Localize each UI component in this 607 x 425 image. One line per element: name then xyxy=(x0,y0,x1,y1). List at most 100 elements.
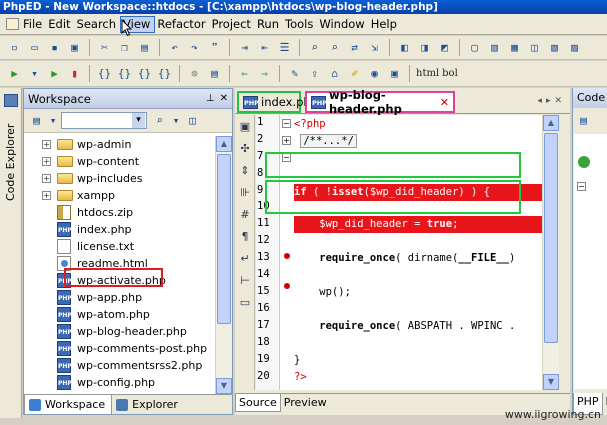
copy-icon[interactable]: ❐ xyxy=(116,39,133,56)
stop-icon[interactable]: ⊗ xyxy=(186,65,203,82)
side-preview-icon[interactable]: ▭ xyxy=(237,295,253,311)
menu-file[interactable]: File xyxy=(4,16,46,33)
tree-row[interactable]: PHP wp-commentsrss2.php xyxy=(24,357,214,374)
step-over-icon[interactable]: {} xyxy=(116,65,133,82)
scroll-thumb[interactable] xyxy=(217,154,231,324)
profile-icon[interactable]: ▮ xyxy=(66,65,83,82)
html-button[interactable]: html xyxy=(416,68,439,79)
side-indent-icon[interactable]: ⊪ xyxy=(237,185,253,201)
breakpoint-list-icon[interactable]: ▤ xyxy=(206,65,223,82)
forward-icon[interactable]: ⇒ xyxy=(256,65,273,82)
comment-icon[interactable]: ❞ xyxy=(206,39,223,56)
split-icon[interactable]: ◫ xyxy=(526,39,543,56)
expand-icon[interactable]: + xyxy=(42,157,51,166)
code-explorer-icon[interactable] xyxy=(4,94,18,107)
tools-icon[interactable]: ✎ xyxy=(286,65,303,82)
side-hash-icon[interactable]: # xyxy=(237,207,253,223)
tree-row[interactable]: PHP wp-comments-post.php xyxy=(24,340,214,357)
menu-refactor[interactable]: Refactor xyxy=(155,16,209,33)
side-select-icon[interactable]: ⇕ xyxy=(237,163,253,179)
tab-scroll-arrows-icon[interactable]: ◂▸✕ xyxy=(537,96,566,106)
tree-row[interactable]: + xampp xyxy=(24,187,214,204)
find-icon[interactable]: ⌕ xyxy=(306,39,323,56)
new-file-icon[interactable]: ▫ xyxy=(6,39,23,56)
tab-workspace[interactable]: Workspace xyxy=(24,395,113,414)
color-icon[interactable]: ◉ xyxy=(366,65,383,82)
add-icon[interactable] xyxy=(578,156,590,168)
save-icon[interactable]: ▪ xyxy=(46,39,63,56)
tree-row[interactable]: PHP wp-atom.php xyxy=(24,306,214,323)
run-menu-icon[interactable]: ▾ xyxy=(26,65,43,82)
tab-preview[interactable]: Preview xyxy=(281,394,330,412)
open-folder-icon[interactable]: ▭ xyxy=(26,39,43,56)
side-paragraph-icon[interactable]: ¶ xyxy=(237,229,253,245)
clear-bookmarks-icon[interactable]: ◩ xyxy=(436,39,453,56)
indent-icon[interactable]: ⇥ xyxy=(236,39,253,56)
breakpoint-icon[interactable] xyxy=(284,283,290,289)
tab-source[interactable]: Source xyxy=(235,394,281,412)
tab-explorer[interactable]: Explorer xyxy=(112,395,184,414)
run-to-cursor-icon[interactable]: {} xyxy=(156,65,173,82)
tab-wp-blog-header-php[interactable]: PHP wp-blog-header.php ✕ xyxy=(305,88,455,116)
step-into-icon[interactable]: {} xyxy=(96,65,113,82)
scroll-down-icon[interactable]: ▼ xyxy=(543,374,559,390)
close-icon[interactable]: ✕ xyxy=(220,93,228,104)
paste-icon[interactable]: ▤ xyxy=(136,39,153,56)
outdent-icon[interactable]: ⇤ xyxy=(256,39,273,56)
undo-icon[interactable]: ↶ xyxy=(166,39,183,56)
step-out-icon[interactable]: {} xyxy=(136,65,153,82)
menu-help[interactable]: Help xyxy=(369,16,401,33)
menu-run[interactable]: Run xyxy=(255,16,283,33)
tree-row[interactable]: PHP wp-app.php xyxy=(24,289,214,306)
menu-project[interactable]: Project xyxy=(210,16,255,33)
tree-row[interactable]: license.txt xyxy=(24,238,214,255)
tree-row[interactable]: PHP wp-config.php xyxy=(24,374,214,391)
expand-icon[interactable]: + xyxy=(282,136,291,145)
tree-row[interactable]: + wp-content xyxy=(24,153,214,170)
image-icon[interactable]: ▣ xyxy=(386,65,403,82)
menu-tools[interactable]: Tools xyxy=(283,16,317,33)
tree-row[interactable]: + wp-admin xyxy=(24,136,214,153)
bold-button[interactable]: bol xyxy=(442,68,458,79)
collapse-icon[interactable]: − xyxy=(282,119,291,128)
side-tree-icon[interactable]: ⊢ xyxy=(237,273,253,289)
next-bookmark-icon[interactable]: ◨ xyxy=(416,39,433,56)
side-tool-icon[interactable]: ▣ xyxy=(237,119,253,135)
side-wrap-icon[interactable]: ↵ xyxy=(237,251,253,267)
menu-window[interactable]: Window xyxy=(317,16,368,33)
close-tab-icon[interactable]: ✕ xyxy=(440,96,449,109)
expand-icon[interactable]: + xyxy=(42,174,51,183)
pin-icon[interactable]: ⊥ xyxy=(206,93,215,104)
expand-icon[interactable]: + xyxy=(42,191,51,200)
panel-icon[interactable]: ▥ xyxy=(486,39,503,56)
tree-row[interactable]: PHP wp-blog-header.php xyxy=(24,323,214,340)
menu-edit[interactable]: Edit xyxy=(46,16,74,33)
bookmark-icon[interactable]: ◧ xyxy=(396,39,413,56)
back-icon[interactable]: ⇐ xyxy=(236,65,253,82)
collapse-icon[interactable]: − xyxy=(577,182,586,191)
run-icon[interactable]: ▶ xyxy=(6,65,23,82)
editor-scrollbar[interactable]: ▲ ▼ xyxy=(542,115,559,390)
redo-icon[interactable]: ↷ xyxy=(186,39,203,56)
expand-icon[interactable]: + xyxy=(42,140,51,149)
tree-row[interactable]: + wp-includes xyxy=(24,170,214,187)
tile-icon[interactable]: ▧ xyxy=(546,39,563,56)
scroll-thumb[interactable] xyxy=(544,133,558,343)
tree-row[interactable]: PHP index.php xyxy=(24,221,214,238)
publish-icon[interactable]: ⇪ xyxy=(306,65,323,82)
replace-icon[interactable]: ⇄ xyxy=(346,39,363,56)
debug-run-icon[interactable]: ▶ xyxy=(46,65,63,82)
tab-index-php[interactable]: PHP index.php xyxy=(237,91,318,113)
tree-row[interactable]: htdocs.zip xyxy=(24,204,214,221)
goto-icon[interactable]: ⇲ xyxy=(366,39,383,56)
workspace-scrollbar[interactable]: ▲ ▼ xyxy=(215,136,232,394)
workspace-props-icon[interactable]: ▤ xyxy=(28,112,45,129)
format-icon[interactable]: ☰ xyxy=(276,39,293,56)
find-in-workspace-icon[interactable]: ⌕ xyxy=(151,112,168,129)
tab-h[interactable]: H xyxy=(603,393,607,415)
deploy-icon[interactable]: ⌂ xyxy=(326,65,343,82)
save-all-icon[interactable]: ▣ xyxy=(66,39,83,56)
scroll-up-icon[interactable]: ▲ xyxy=(543,115,559,131)
find-next-icon[interactable]: ⌕ xyxy=(326,39,343,56)
folded-comment[interactable]: /**...*/ xyxy=(300,134,357,148)
